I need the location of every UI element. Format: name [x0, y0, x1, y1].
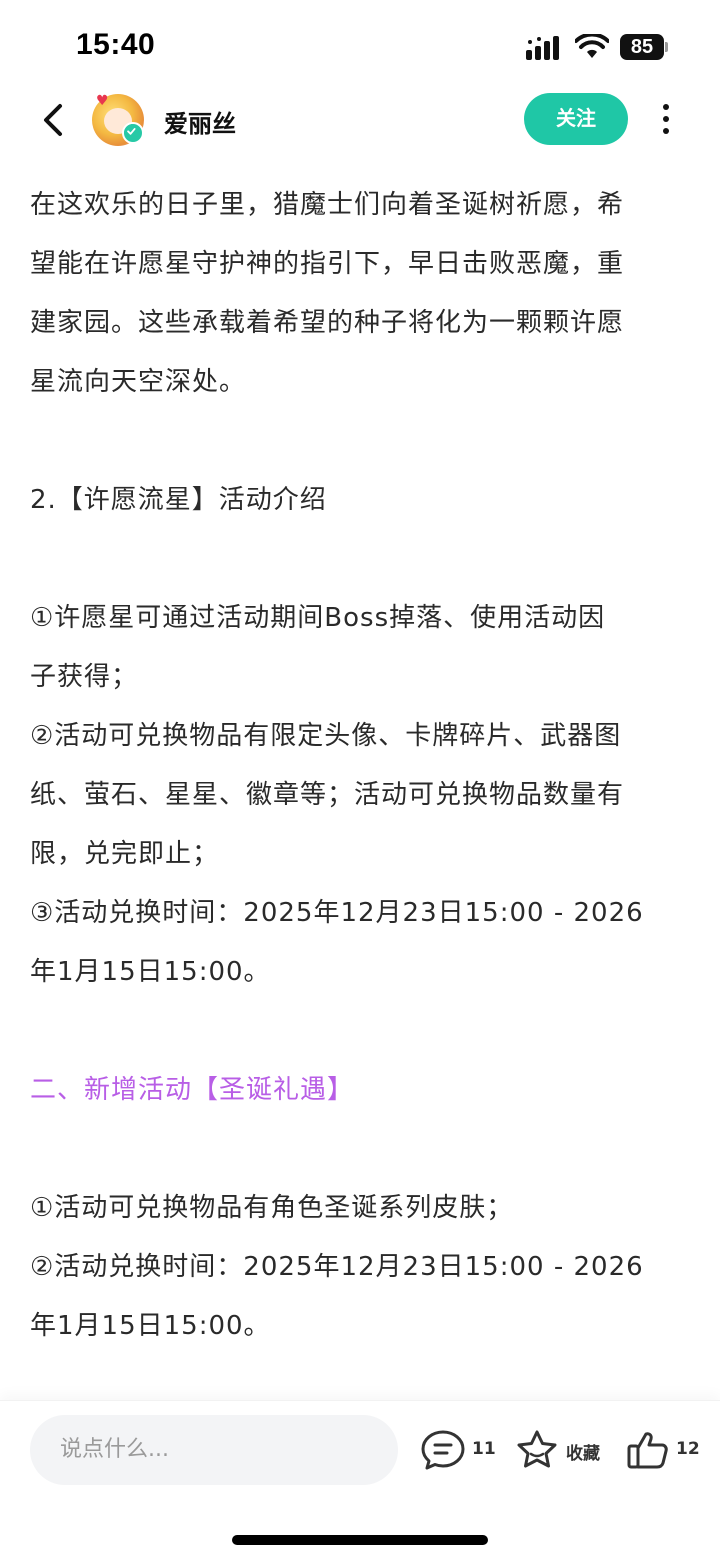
thumbs-up-icon — [627, 1432, 668, 1469]
battery-indicator: 85 — [620, 34, 668, 60]
section-heading-highlight: 二、新增活动【圣诞礼遇】 — [30, 1075, 355, 1105]
paragraph-line: ①活动可兑换物品有角色圣诞系列皮肤； — [30, 1193, 514, 1223]
paragraph-line: 建家园。这些承载着希望的种子将化为一颗颗许愿 — [30, 308, 625, 338]
wifi-icon — [575, 34, 609, 58]
comment-input[interactable]: 说点什么... — [30, 1415, 398, 1485]
battery-level: 85 — [620, 34, 664, 60]
paragraph-line: 星流向天空深处。 — [30, 367, 247, 397]
heart-icon: ♥ — [96, 93, 109, 109]
paragraph-line: 在这欢乐的日子里，猎魔士们向着圣诞树祈愿，希 — [30, 190, 625, 220]
bottom-action-bar: 说点什么... 11 收藏 12 — [0, 1400, 720, 1558]
verified-badge-icon — [122, 122, 144, 144]
more-options-icon[interactable] — [654, 102, 678, 136]
paragraph-line: ①许愿星可通过活动期间Boss掉落、使用活动因 — [30, 603, 606, 633]
favorite-label: 收藏 — [566, 1444, 600, 1464]
comment-button[interactable]: 11 — [420, 1429, 496, 1471]
paragraph-line: 纸、萤石、星星、徽章等；活动可兑换物品数量有 — [30, 780, 625, 810]
follow-button[interactable]: 关注 — [524, 93, 628, 145]
battery-tip — [665, 42, 668, 52]
star-icon — [517, 1430, 557, 1468]
section-heading: 2.【许愿流星】活动介绍 — [30, 485, 327, 515]
paragraph-line: 年1月15日15:00。 — [30, 957, 271, 987]
status-bar: 15:40 85 — [0, 0, 720, 92]
comment-icon — [421, 1430, 465, 1470]
status-time: 15:40 — [76, 28, 156, 61]
post-header: ♥ 爱丽丝 关注 — [0, 88, 720, 152]
favorite-button[interactable]: 收藏 — [514, 1429, 606, 1471]
home-indicator — [232, 1535, 488, 1545]
like-count: 12 — [676, 1439, 700, 1459]
paragraph-line: 望能在许愿星守护神的指引下，早日击败恶魔，重 — [30, 249, 625, 279]
back-button[interactable] — [36, 98, 72, 142]
post-content: 在这欢乐的日子里，猎魔士们向着圣诞树祈愿，希 望能在许愿星守护神的指引下，早日击… — [0, 176, 720, 1398]
like-button[interactable]: 12 — [626, 1429, 700, 1471]
comment-count: 11 — [472, 1439, 496, 1459]
paragraph-line: ②活动兑换时间：2025年12月23日15:00 - 2026 — [30, 1252, 644, 1282]
cellular-signal-icon — [526, 36, 559, 60]
paragraph-line: 年1月15日15:00。 — [30, 1311, 271, 1341]
paragraph-line: 子获得； — [30, 662, 139, 692]
paragraph-line: ②活动可兑换物品有限定头像、卡牌碎片、武器图 — [30, 721, 622, 751]
author-name[interactable]: 爱丽丝 — [164, 104, 236, 139]
paragraph-line: ③活动兑换时间：2025年12月23日15:00 - 2026 — [30, 898, 644, 928]
paragraph-line: 限，兑完即止； — [30, 839, 220, 869]
